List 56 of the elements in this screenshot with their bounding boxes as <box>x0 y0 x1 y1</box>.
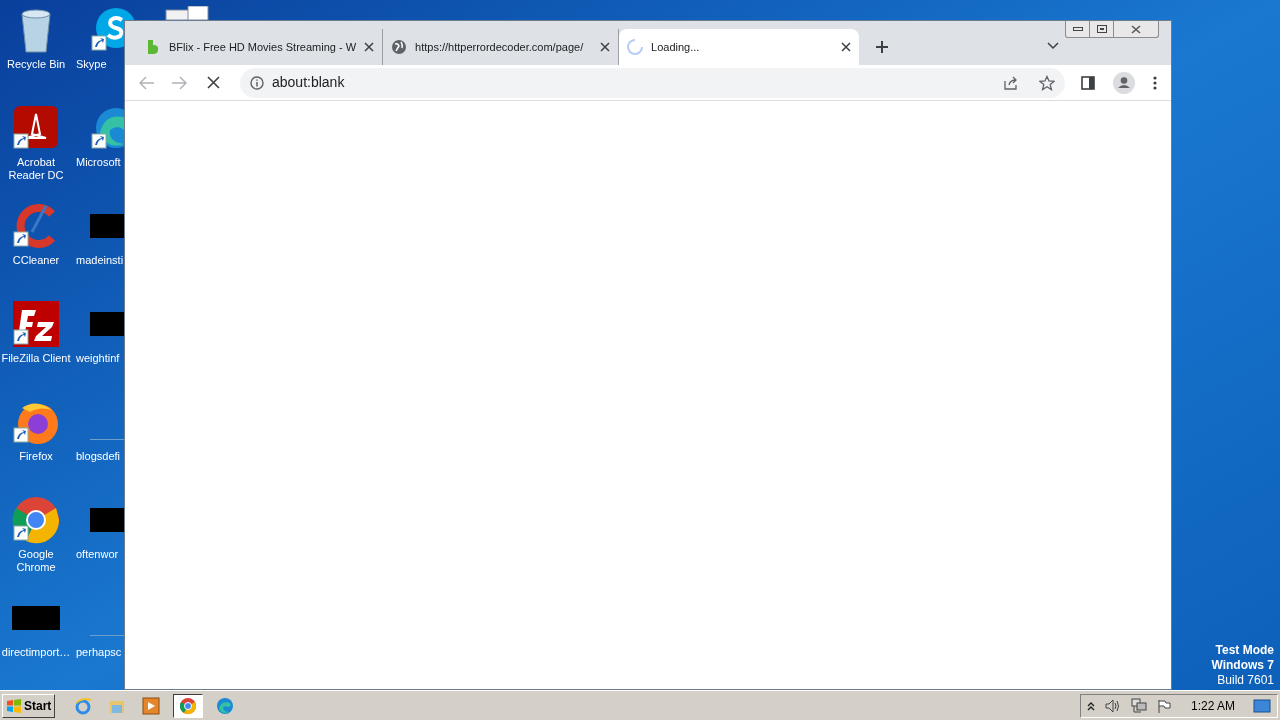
address-bar[interactable]: about:blank <box>240 67 1065 98</box>
side-panel-icon[interactable] <box>1081 75 1095 90</box>
chrome-icon <box>12 496 60 544</box>
network-icon[interactable] <box>1130 698 1147 713</box>
taskbar-app[interactable] <box>173 693 204 718</box>
desktop-icon-label[interactable]: madeinsti <box>76 254 124 267</box>
desktop-icon-label[interactable]: weightinf <box>76 352 120 365</box>
show-hidden-icons-icon[interactable] <box>1086 700 1095 711</box>
tab-title: https://httperrordecoder.com/page/ <box>415 39 585 55</box>
tab-title: BFlix - Free HD Movies Streaming - W <box>169 39 357 55</box>
tab-search-chevron-icon[interactable] <box>1047 42 1059 50</box>
filezilla-icon <box>12 300 60 348</box>
desktop-icon-label[interactable]: Microsoft <box>76 156 121 169</box>
menu-icon[interactable] <box>1153 75 1157 90</box>
close-tab-icon[interactable] <box>364 42 375 52</box>
close-icon <box>1131 24 1141 34</box>
address-text: about:blank <box>272 73 346 92</box>
globe-icon <box>391 39 408 55</box>
tab-favicon-icon <box>145 39 161 55</box>
tab-title: Loading... <box>651 39 701 55</box>
speaker-icon[interactable] <box>1104 698 1121 713</box>
redacted-thumbnail <box>12 606 60 630</box>
flag-icon[interactable] <box>1156 698 1171 713</box>
loading-spinner-icon <box>627 39 644 55</box>
desktop-icon-label[interactable]: FileZilla Client <box>0 352 72 365</box>
stop-loading-icon[interactable] <box>207 76 220 89</box>
windows-logo-icon <box>6 698 22 713</box>
show-desktop-icon[interactable] <box>1253 698 1271 713</box>
os-notice-text: Test Mode <box>1215 643 1274 658</box>
info-icon <box>250 75 264 90</box>
minimize-icon <box>1072 27 1083 31</box>
desktop-icon-label[interactable]: CCleaner <box>0 254 72 267</box>
chrome-icon[interactable] <box>179 696 198 715</box>
desktop-icon-label[interactable]: directimport… <box>0 646 72 659</box>
new-tab-icon[interactable] <box>875 40 890 54</box>
close-tab-icon[interactable] <box>600 42 611 52</box>
desktop-icon-label[interactable]: Acrobat Reader DC <box>0 156 72 182</box>
desktop-icon-label[interactable]: Skype <box>76 58 107 71</box>
close-tab-icon[interactable] <box>841 42 852 52</box>
browser-tab[interactable]: Loading... <box>619 29 860 65</box>
desktop-icon-label[interactable]: Firefox <box>0 450 72 463</box>
acrobat-icon <box>12 104 60 152</box>
bookmark-star-icon[interactable] <box>1039 74 1055 91</box>
document-icon <box>164 6 210 20</box>
share-icon[interactable] <box>1003 74 1019 91</box>
desktop-icon-label[interactable]: blogsdefi <box>76 450 121 463</box>
clock[interactable]: 1:22 AM <box>1190 696 1235 715</box>
desktop-icon-label[interactable]: Recycle Bin <box>0 58 72 71</box>
os-notice-text: Windows 7 <box>1211 658 1274 673</box>
os-notice-text: Build 7601 <box>1217 673 1274 688</box>
restore-icon <box>1096 25 1107 33</box>
desktop-icon-label[interactable]: perhapsc <box>76 646 122 659</box>
desktop-icon-label[interactable]: Google Chrome <box>0 548 72 574</box>
desktop-icon-label[interactable]: oftenwor <box>76 548 119 561</box>
start-button[interactable]: Start <box>2 693 56 718</box>
profile-icon[interactable] <box>1113 71 1135 94</box>
